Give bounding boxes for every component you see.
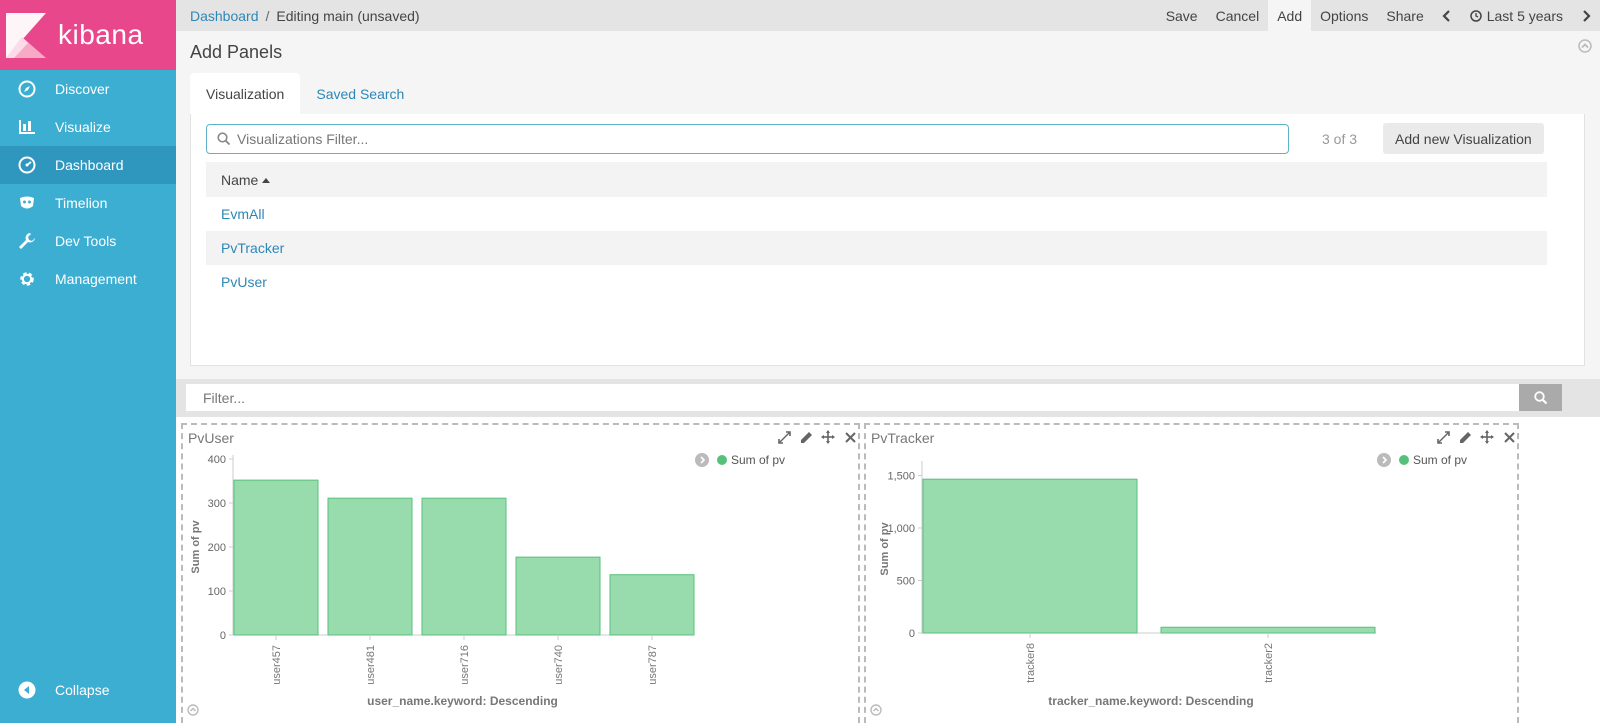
sidebar: kibana Discover Visualize Dashboard Time…	[0, 0, 176, 723]
pvtracker-bar-chart: 0 500 1,000 1,500 Sum of pv tracker8 tracker2 t…	[879, 461, 1376, 708]
result-count: 3 of 3	[1322, 131, 1358, 147]
panel-resize-icon[interactable]	[870, 703, 882, 721]
time-forward-button[interactable]	[1572, 0, 1600, 31]
bar-chart-icon	[17, 117, 37, 137]
bar-user740[interactable]	[515, 556, 601, 636]
y-tick-label: 0	[220, 630, 226, 642]
chevron-left-icon	[1442, 9, 1450, 22]
time-back-button[interactable]	[1433, 0, 1461, 31]
dashboard-grid: PvUser Sum of pv 0 100 200 300 400 Sum of pv u…	[176, 417, 1600, 723]
wrench-icon	[17, 231, 37, 251]
y-tick-label: 1,000	[887, 523, 915, 535]
cancel-button[interactable]: Cancel	[1207, 0, 1269, 31]
bar-tracker2[interactable]	[1160, 626, 1376, 634]
sidebar-item-label: Management	[55, 271, 137, 287]
sidebar-item-management[interactable]: Management	[0, 260, 176, 298]
column-header-label: Name	[221, 171, 259, 188]
y-axis-label: Sum of pv	[190, 520, 202, 574]
sidebar-item-dev-tools[interactable]: Dev Tools	[0, 222, 176, 260]
breadcrumb: Dashboard / Editing main (unsaved)	[176, 8, 1157, 24]
save-button[interactable]: Save	[1157, 0, 1207, 31]
add-new-visualization-button[interactable]: Add new Visualization	[1383, 123, 1544, 154]
x-tick-label: user481	[365, 645, 377, 685]
x-tick-label: user787	[647, 645, 659, 685]
tab-saved-search[interactable]: Saved Search	[300, 73, 420, 114]
collapse-button[interactable]: Collapse	[0, 671, 176, 709]
bar-user481[interactable]	[327, 497, 413, 636]
visualization-picker: Visualizations Filter... 3 of 3 Add new …	[190, 114, 1585, 366]
query-filter-input[interactable]: Filter...	[186, 384, 1520, 411]
y-tick-label: 0	[909, 628, 915, 640]
y-axis-label: Sum of pv	[879, 522, 891, 576]
top-nav: Dashboard / Editing main (unsaved) Save …	[176, 0, 1600, 31]
collapse-up-icon[interactable]	[1578, 39, 1592, 58]
search-submit-button[interactable]	[1519, 384, 1562, 411]
visualizations-filter-placeholder: Visualizations Filter...	[237, 131, 369, 147]
options-button[interactable]: Options	[1311, 0, 1377, 31]
share-button[interactable]: Share	[1377, 0, 1432, 31]
collapse-arrow-icon	[17, 680, 37, 700]
search-icon	[217, 132, 231, 146]
breadcrumb-dashboard-link[interactable]: Dashboard	[190, 8, 259, 24]
clock-icon	[1469, 9, 1482, 22]
x-tick-label: user716	[459, 645, 471, 685]
bar-tracker8[interactable]	[922, 478, 1138, 634]
name-column-header[interactable]: Name	[206, 162, 1547, 197]
sidebar-item-label: Timelion	[55, 195, 108, 211]
y-tick-label: 100	[208, 586, 226, 598]
time-picker-button[interactable]: Last 5 years	[1461, 0, 1572, 31]
breadcrumb-current: Editing main (unsaved)	[276, 7, 420, 24]
y-tick-label: 200	[208, 542, 226, 554]
sidebar-item-label: Dev Tools	[55, 233, 117, 249]
brand-name: kibana	[58, 19, 144, 50]
timelion-mask-icon	[17, 193, 37, 213]
y-tick-label: 500	[897, 576, 915, 588]
x-axis-label: user_name.keyword: Descending	[367, 694, 558, 708]
y-tick-label: 300	[208, 498, 226, 510]
search-icon	[1533, 390, 1547, 404]
query-bar: Filter...	[176, 379, 1600, 417]
bar-user716[interactable]	[421, 497, 507, 636]
gear-icon	[17, 269, 37, 289]
kibana-logo-icon	[6, 12, 46, 58]
y-tick-label: 1,500	[887, 471, 915, 483]
chevron-right-icon	[1583, 9, 1591, 22]
tab-visualization[interactable]: Visualization	[190, 73, 301, 114]
panel-resize-icon[interactable]	[187, 703, 199, 721]
visualizations-filter-input[interactable]: Visualizations Filter...	[206, 124, 1289, 154]
sidebar-item-dashboard[interactable]: Dashboard	[0, 146, 176, 184]
add-button[interactable]: Add	[1268, 0, 1312, 31]
dashboard-panel-pvuser: PvUser Sum of pv 0 100 200 300 400 Sum of pv u…	[181, 423, 860, 723]
bar-user787[interactable]	[609, 574, 695, 636]
dashboard-panel-pvtracker: PvTracker Sum of pv 0 500 1,000 1,500 Sum of…	[864, 423, 1519, 723]
x-tick-label: user457	[271, 645, 283, 685]
collapse-label: Collapse	[55, 682, 110, 698]
sidebar-item-discover[interactable]: Discover	[0, 70, 176, 108]
add-panels-area: Add Panels Visualization Saved Search Vi…	[176, 31, 1600, 379]
sidebar-item-label: Discover	[55, 81, 110, 97]
sidebar-item-label: Visualize	[55, 119, 111, 135]
kibana-logo[interactable]: kibana	[0, 0, 176, 70]
x-axis-label: tracker_name.keyword: Descending	[1048, 694, 1253, 708]
dashboard-gauge-icon	[17, 155, 37, 175]
query-filter-placeholder: Filter...	[203, 389, 246, 406]
y-tick-label: 400	[208, 454, 226, 466]
pvuser-bar-chart: 0 100 200 300 400 Sum of pv user457 user481 user…	[190, 454, 695, 708]
x-tick-label: tracker8	[1025, 643, 1037, 683]
table-row[interactable]: PvUser	[206, 265, 1547, 299]
table-row[interactable]: EvmAll	[206, 197, 1547, 231]
breadcrumb-separator: /	[265, 7, 270, 24]
sidebar-item-label: Dashboard	[55, 157, 124, 173]
bar-user457[interactable]	[233, 479, 319, 636]
sidebar-item-visualize[interactable]: Visualize	[0, 108, 176, 146]
add-panels-title: Add Panels	[190, 42, 283, 62]
x-tick-label: user740	[553, 645, 565, 685]
x-tick-label: tracker2	[1263, 643, 1275, 683]
compass-icon	[17, 79, 37, 99]
table-row[interactable]: PvTracker	[206, 231, 1547, 265]
sort-ascending-icon	[262, 177, 271, 183]
visualization-table: Name EvmAll PvTracker PvUser	[206, 162, 1547, 299]
time-range-label: Last 5 years	[1486, 7, 1563, 24]
sidebar-item-timelion[interactable]: Timelion	[0, 184, 176, 222]
